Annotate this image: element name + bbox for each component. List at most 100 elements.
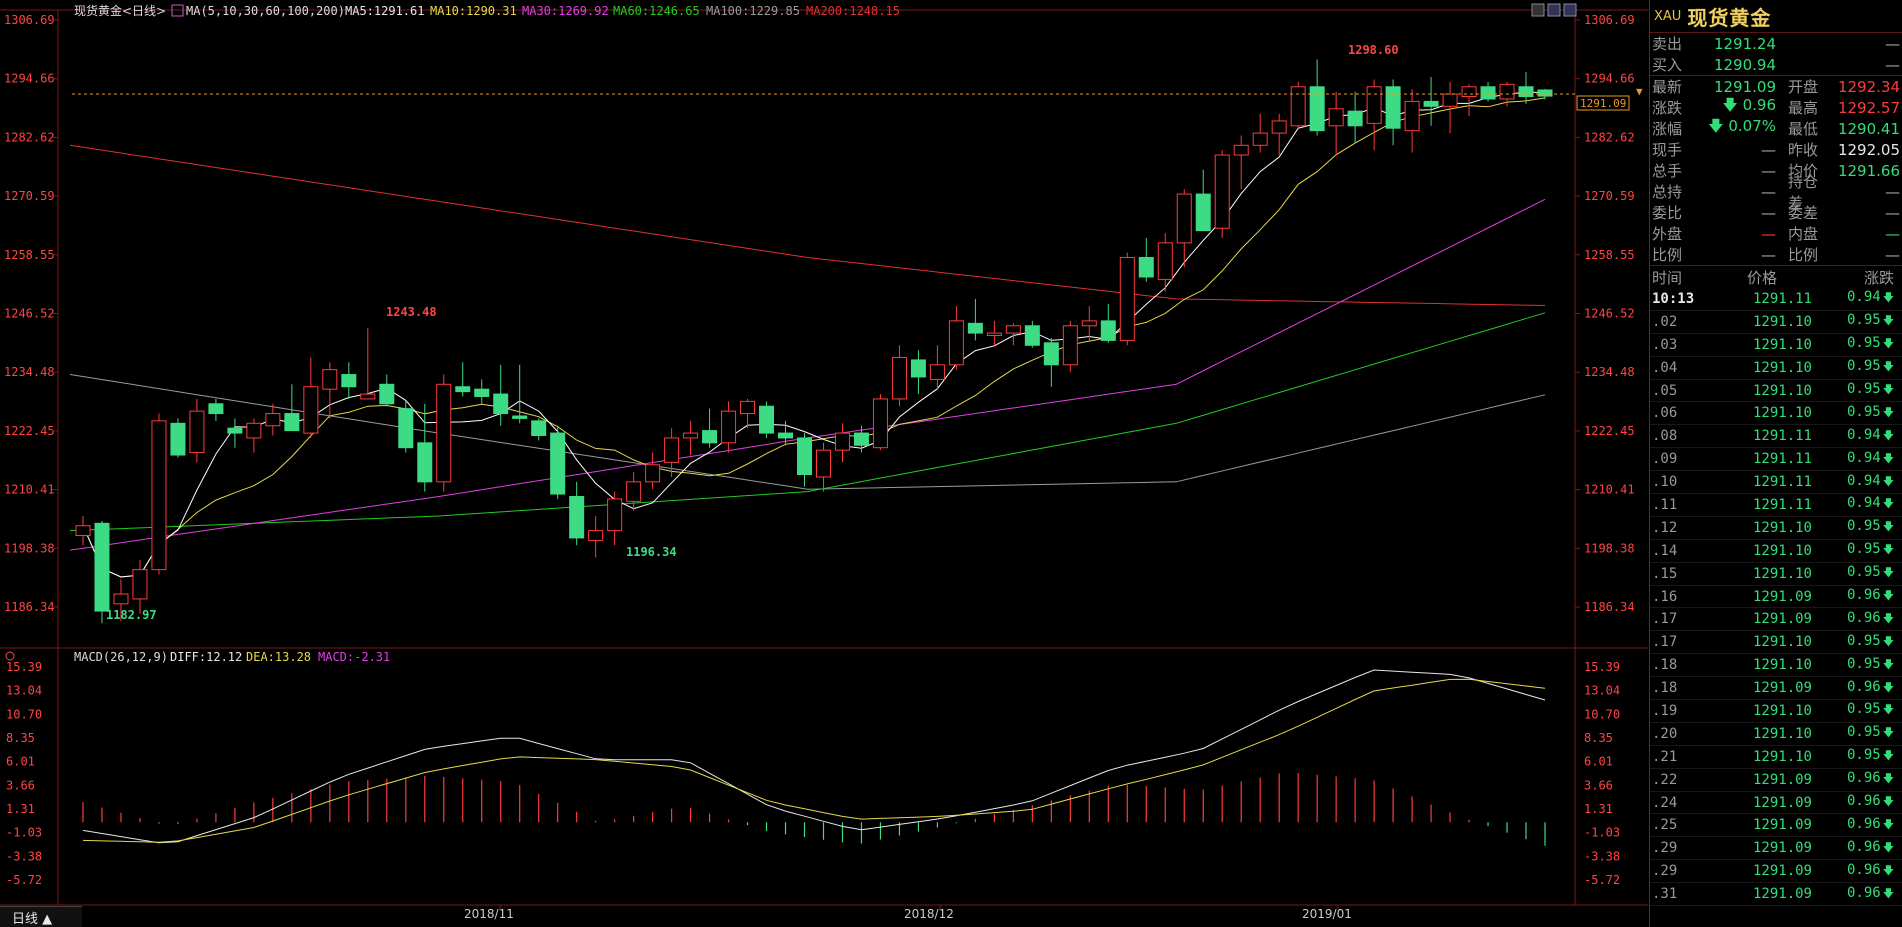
candle-body[interactable] <box>1176 193 1192 244</box>
tick-row[interactable]: .14 1291.10 0.95 🡇 <box>1650 540 1902 563</box>
candle-body[interactable] <box>569 495 585 539</box>
candle-body[interactable] <box>170 422 186 456</box>
candle-body[interactable] <box>797 437 813 476</box>
candle-body[interactable] <box>1043 342 1059 366</box>
tick-row[interactable]: .03 1291.10 0.95 🡇 <box>1650 334 1902 357</box>
candle-body[interactable] <box>417 442 433 483</box>
candle-body[interactable] <box>1024 325 1040 346</box>
candle-body[interactable] <box>227 427 243 434</box>
candle-body[interactable] <box>436 383 452 483</box>
tick-row[interactable]: .17 1291.09 0.96 🡇 <box>1650 608 1902 632</box>
candle-body[interactable] <box>872 398 888 449</box>
candle-body[interactable] <box>1138 256 1154 278</box>
candle-body[interactable] <box>455 386 471 393</box>
tick-row[interactable]: .08 1291.11 0.94 🡇 <box>1650 425 1902 449</box>
candle-body[interactable] <box>1404 100 1420 132</box>
candle-body[interactable] <box>740 400 756 415</box>
candle-body[interactable] <box>474 388 490 397</box>
candle-body[interactable] <box>1461 86 1477 98</box>
candle-body[interactable] <box>75 525 91 536</box>
tick-row[interactable]: .18 1291.10 0.95 🡇 <box>1650 654 1902 678</box>
candle-body[interactable] <box>322 369 338 390</box>
candle-body[interactable] <box>265 413 281 427</box>
candle-body[interactable] <box>910 359 926 378</box>
candle-body[interactable] <box>379 383 395 405</box>
candle-body[interactable] <box>986 332 1002 337</box>
tick-row[interactable]: .11 1291.11 0.94 🡇 <box>1650 494 1902 517</box>
candle-body[interactable] <box>493 393 509 415</box>
candle-body[interactable] <box>721 410 737 444</box>
candle-body[interactable] <box>1119 256 1135 341</box>
tick-row[interactable]: .16 1291.09 0.96 🡇 <box>1650 586 1902 609</box>
candle-body[interactable] <box>284 413 300 432</box>
tick-row[interactable]: .05 1291.10 0.95 🡇 <box>1650 380 1902 403</box>
candle-body[interactable] <box>1157 242 1173 280</box>
layout-icon[interactable] <box>1547 3 1561 17</box>
candle-body[interactable] <box>341 374 357 388</box>
candle-body[interactable] <box>1005 325 1021 334</box>
candle-body[interactable] <box>607 498 623 532</box>
candle-body[interactable] <box>1499 83 1515 100</box>
restore-icon[interactable] <box>1563 3 1577 17</box>
period-button[interactable]: 日线 ▲ <box>0 906 82 927</box>
tick-row[interactable]: 10:13 1291.11 0.94 🡇 <box>1650 288 1902 311</box>
candle-body[interactable] <box>1309 86 1325 132</box>
candle-body[interactable] <box>759 405 775 434</box>
candle-body[interactable] <box>1233 144 1249 156</box>
tick-row[interactable]: .24 1291.09 0.96 🡇 <box>1650 792 1902 815</box>
tick-row[interactable]: .10 1291.11 0.94 🡇 <box>1650 471 1902 495</box>
candle-body[interactable] <box>151 420 167 571</box>
candle-body[interactable] <box>1100 320 1116 341</box>
candle-body[interactable] <box>94 522 110 612</box>
candle-body[interactable] <box>550 432 566 495</box>
candle-body[interactable] <box>1480 86 1496 100</box>
candle-body[interactable] <box>1537 89 1553 97</box>
tick-row[interactable]: .21 1291.10 0.95 🡇 <box>1650 746 1902 769</box>
candle-body[interactable] <box>891 356 907 400</box>
candle-body[interactable] <box>1385 86 1401 129</box>
tick-row[interactable]: .19 1291.10 0.95 🡇 <box>1650 700 1902 723</box>
candle-body[interactable] <box>360 393 376 400</box>
candle-body[interactable] <box>588 530 604 541</box>
candle-body[interactable] <box>853 432 869 446</box>
tick-row[interactable]: .04 1291.10 0.95 🡇 <box>1650 357 1902 380</box>
candle-body[interactable] <box>967 322 983 334</box>
candle-body[interactable] <box>683 432 699 439</box>
candle-body[interactable] <box>948 320 964 366</box>
candle-body[interactable] <box>132 569 148 600</box>
candle-body[interactable] <box>1423 100 1439 107</box>
candle-body[interactable] <box>1252 132 1268 146</box>
candle-body[interactable] <box>929 364 945 380</box>
candle-body[interactable] <box>1347 110 1363 127</box>
candle-body[interactable] <box>303 386 319 434</box>
candle-body[interactable] <box>189 410 205 454</box>
candle-body[interactable] <box>1195 193 1211 232</box>
tick-row[interactable]: .31 1291.09 0.96 🡇 <box>1650 883 1902 907</box>
tick-row[interactable]: .06 1291.10 0.95 🡇 <box>1650 402 1902 426</box>
candle-body[interactable] <box>1214 154 1230 229</box>
tick-row[interactable]: .22 1291.09 0.96 🡇 <box>1650 769 1902 792</box>
kline-chart[interactable]: 现货黄金<日线> MA(5,10,30,60,100,200) MA5:1291… <box>0 0 1648 927</box>
tick-row[interactable]: .29 1291.09 0.96 🡇 <box>1650 860 1902 884</box>
candle-body[interactable] <box>512 415 528 419</box>
tick-row[interactable]: .25 1291.09 0.96 🡇 <box>1650 814 1902 838</box>
candle-body[interactable] <box>834 432 850 451</box>
tick-row[interactable]: .09 1291.11 0.94 🡇 <box>1650 448 1902 472</box>
candle-body[interactable] <box>778 432 794 439</box>
tick-row[interactable]: .02 1291.10 0.95 🡇 <box>1650 311 1902 334</box>
candle-body[interactable] <box>246 422 262 439</box>
candle-body[interactable] <box>1271 120 1287 134</box>
candle-body[interactable] <box>531 420 547 437</box>
candle-body[interactable] <box>208 403 224 415</box>
candle-body[interactable] <box>1442 93 1458 107</box>
candle-body[interactable] <box>1290 86 1306 127</box>
candle-body[interactable] <box>1081 320 1097 327</box>
candle-body[interactable] <box>626 481 642 502</box>
tick-row[interactable]: .12 1291.10 0.95 🡇 <box>1650 517 1902 540</box>
zoom-icon[interactable] <box>1531 3 1545 17</box>
candle-body[interactable] <box>1062 325 1078 366</box>
tick-row[interactable]: .17 1291.10 0.95 🡇 <box>1650 631 1902 655</box>
tick-row[interactable]: .18 1291.09 0.96 🡇 <box>1650 677 1902 701</box>
ticks-list[interactable]: 10:13 1291.11 0.94 🡇 .02 1291.10 0.95 🡇 .03 … <box>1650 288 1902 907</box>
tick-row[interactable]: .20 1291.10 0.95 🡇 <box>1650 723 1902 746</box>
